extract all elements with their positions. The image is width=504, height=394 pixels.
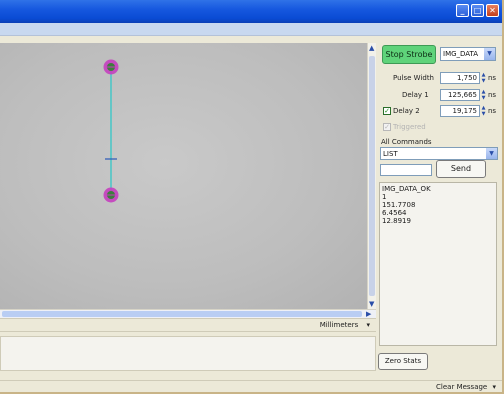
vertical-scroll-thumb[interactable] <box>369 56 375 296</box>
maximize-button[interactable]: □ <box>471 4 484 17</box>
spin-down-icon[interactable]: ▼ <box>480 95 487 101</box>
message-area <box>0 336 376 371</box>
clear-message-dropdown[interactable]: Clear Message ▾ <box>436 383 496 391</box>
pulse-width-label: Pulse Width <box>393 74 434 82</box>
delay1-label: Delay 1 <box>402 91 429 99</box>
zero-stats-button[interactable]: Zero Stats <box>378 353 428 370</box>
minimize-button[interactable]: _ <box>456 4 469 17</box>
delay2-checkbox[interactable]: ✓ <box>383 107 391 115</box>
units-bar: Millimeters ▾ <box>0 318 376 332</box>
delay2-field[interactable]: 19,175 <box>440 105 480 117</box>
output-line: IMG_DATA_OK <box>382 185 431 193</box>
units-dropdown-icon: ▾ <box>366 321 370 329</box>
menu-bar <box>0 23 502 36</box>
scroll-up-icon[interactable]: ▲ <box>369 44 374 52</box>
chevron-down-icon: ▼ <box>484 48 495 60</box>
title-bar: _ □ ✕ <box>0 0 502 23</box>
send-button[interactable]: Send <box>436 160 486 178</box>
output-line: 151.7708 <box>382 201 416 209</box>
check-icon: ✓ <box>384 107 390 115</box>
status-bar: Clear Message ▾ <box>0 380 502 392</box>
output-line: 6.4564 <box>382 209 407 217</box>
delay2-unit: ns <box>488 107 497 115</box>
delay2-label: Delay 2 <box>393 107 420 115</box>
output-log: IMG_DATA_OK 1 151.7708 6.4564 12.8919 <box>379 182 497 346</box>
control-panel: Stop Strobe IMG_DATA ▼ Pulse Width 1,750… <box>376 43 502 380</box>
delay1-spinner[interactable]: ▲ ▼ <box>480 89 487 101</box>
pulse-width-unit: ns <box>488 74 497 82</box>
app-window: _ □ ✕ ▲ ▼ ▶ Millimeters ▾ Stop Strobe IM… <box>0 0 504 394</box>
spin-down-icon[interactable]: ▼ <box>480 78 487 84</box>
mode-select[interactable]: IMG_DATA ▼ <box>440 47 496 61</box>
command-input[interactable] <box>380 164 432 176</box>
clear-message-arrow-icon: ▾ <box>492 383 496 391</box>
pulse-width-spinner[interactable]: ▲ ▼ <box>480 72 487 84</box>
clear-message-label: Clear Message <box>436 383 488 391</box>
command-select[interactable]: LIST ▼ <box>380 147 498 160</box>
delay2-spinner[interactable]: ▲ ▼ <box>480 105 487 117</box>
pulse-width-field[interactable]: 1,750 <box>440 72 480 84</box>
vertical-scrollbar[interactable]: ▲ ▼ <box>367 43 376 309</box>
delay1-unit: ns <box>488 91 497 99</box>
delay1-field[interactable]: 125,665 <box>440 89 480 101</box>
close-button[interactable]: ✕ <box>486 4 499 17</box>
measurement-overlay <box>103 59 119 203</box>
horizontal-scrollbar[interactable]: ▶ <box>0 309 376 318</box>
output-line: 1 <box>382 193 387 201</box>
units-dropdown[interactable]: Millimeters ▾ <box>320 321 370 329</box>
chevron-down-icon: ▼ <box>486 148 497 159</box>
triggered-checkbox[interactable]: ✓ <box>383 123 391 131</box>
triggered-label: Triggered <box>393 123 426 131</box>
spin-down-icon[interactable]: ▼ <box>480 111 487 117</box>
output-line: 12.8919 <box>382 217 411 225</box>
check-icon: ✓ <box>384 123 390 131</box>
endpoint-marker-bottom[interactable] <box>103 187 119 203</box>
mode-select-value: IMG_DATA <box>443 50 479 58</box>
stop-strobe-button[interactable]: Stop Strobe <box>382 45 436 64</box>
scroll-down-icon[interactable]: ▼ <box>369 300 374 308</box>
horizontal-scroll-thumb[interactable] <box>2 311 362 317</box>
command-select-value: LIST <box>383 150 398 158</box>
scroll-right-icon[interactable]: ▶ <box>366 310 371 318</box>
image-viewport[interactable] <box>0 43 367 309</box>
units-label: Millimeters <box>319 321 359 329</box>
endpoint-marker-top[interactable] <box>103 59 119 75</box>
all-commands-label: All Commands <box>381 138 432 146</box>
